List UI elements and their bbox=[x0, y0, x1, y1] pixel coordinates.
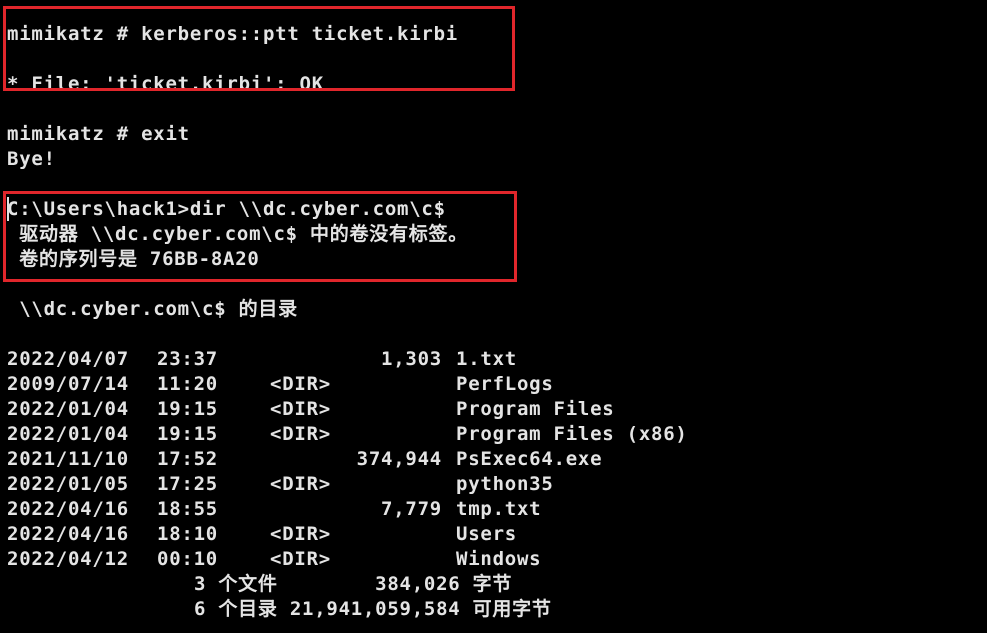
listing-row: 2009/07/14 11:20 <DIR> PerfLogs bbox=[0, 372, 987, 397]
listing-row: 2022/04/16 18:55 7,779 tmp.txt bbox=[0, 497, 987, 522]
directory-of-line: \\dc.cyber.com\c$ 的目录 bbox=[7, 298, 298, 320]
listing-row: 2022/04/07 23:37 1,303 1.txt bbox=[0, 347, 987, 372]
files-summary-line: 3 个文件 384,026 字节 bbox=[194, 573, 513, 595]
entry-size: 1,303 bbox=[381, 348, 442, 370]
listing-row: 2021/11/10 17:52 374,944 PsExec64.exe bbox=[0, 447, 987, 472]
listing-row: 2022/01/05 17:25 <DIR> python35 bbox=[0, 472, 987, 497]
terminal-window[interactable]: mimikatz # kerberos::ptt ticket.kirbi * … bbox=[0, 0, 987, 633]
entry-dir-marker: <DIR> bbox=[270, 548, 331, 570]
mimikatz-bye: Bye! bbox=[7, 148, 56, 170]
entry-date: 2022/04/07 bbox=[7, 348, 129, 370]
dirs-summary-line: 6 个目录 21,941,059,584 可用字节 bbox=[194, 598, 552, 620]
entry-time: 17:25 bbox=[157, 473, 218, 495]
entry-dir-marker: <DIR> bbox=[270, 373, 331, 395]
entry-name: Program Files (x86) bbox=[456, 423, 688, 445]
entry-name: Users bbox=[456, 523, 517, 545]
highlight-box-ptt bbox=[3, 6, 515, 91]
listing-row: 2022/01/04 19:15 <DIR> Program Files bbox=[0, 397, 987, 422]
entry-size: 7,779 bbox=[381, 498, 442, 520]
listing-row: 2022/04/12 00:10 <DIR> Windows bbox=[0, 547, 987, 572]
listing-row: 2022/01/04 19:15 <DIR> Program Files (x86) bbox=[0, 422, 987, 447]
entry-date: 2009/07/14 bbox=[7, 373, 129, 395]
entry-name: Program Files bbox=[456, 398, 615, 420]
mimikatz-exit-command: mimikatz # exit bbox=[7, 123, 190, 145]
entry-date: 2022/01/05 bbox=[7, 473, 129, 495]
entry-time: 11:20 bbox=[157, 373, 218, 395]
entry-dir-marker: <DIR> bbox=[270, 398, 331, 420]
entry-time: 17:52 bbox=[157, 448, 218, 470]
entry-time: 00:10 bbox=[157, 548, 218, 570]
highlight-box-dir bbox=[3, 191, 517, 282]
entry-name: Windows bbox=[456, 548, 542, 570]
entry-dir-marker: <DIR> bbox=[270, 473, 331, 495]
entry-time: 18:10 bbox=[157, 523, 218, 545]
entry-date: 2022/01/04 bbox=[7, 423, 129, 445]
entry-dir-marker: <DIR> bbox=[270, 523, 331, 545]
entry-date: 2022/04/12 bbox=[7, 548, 129, 570]
entry-date: 2022/04/16 bbox=[7, 498, 129, 520]
entry-time: 19:15 bbox=[157, 398, 218, 420]
entry-name: PsExec64.exe bbox=[456, 448, 603, 470]
entry-name: tmp.txt bbox=[456, 498, 542, 520]
entry-dir-marker: <DIR> bbox=[270, 423, 331, 445]
entry-time: 19:15 bbox=[157, 423, 218, 445]
entry-name: python35 bbox=[456, 473, 554, 495]
entry-name: 1.txt bbox=[456, 348, 517, 370]
listing-row: 2022/04/16 18:10 <DIR> Users bbox=[0, 522, 987, 547]
entry-size: 374,944 bbox=[356, 448, 442, 470]
entry-name: PerfLogs bbox=[456, 373, 554, 395]
entry-date: 2022/04/16 bbox=[7, 523, 129, 545]
entry-time: 18:55 bbox=[157, 498, 218, 520]
entry-date: 2022/01/04 bbox=[7, 398, 129, 420]
entry-time: 23:37 bbox=[157, 348, 218, 370]
entry-date: 2021/11/10 bbox=[7, 448, 129, 470]
